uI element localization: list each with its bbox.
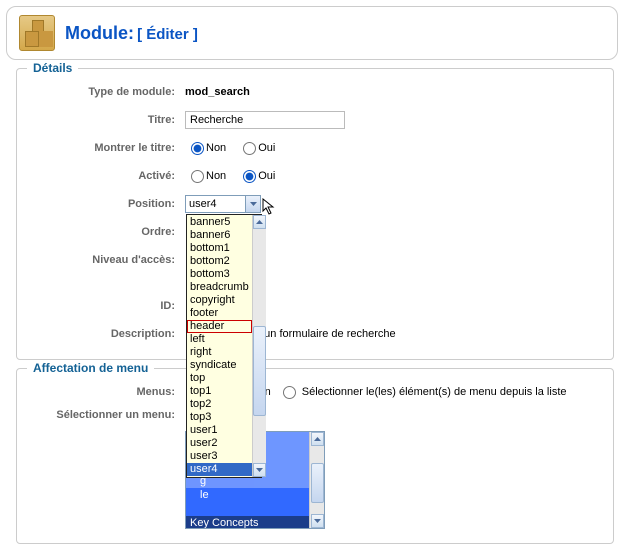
position-option[interactable]: left (187, 333, 252, 346)
show-title-no-label: Non (206, 142, 226, 154)
enabled-yes-label: Oui (258, 170, 275, 182)
details-legend: Détails (27, 61, 78, 75)
menu-list-item[interactable] (186, 502, 309, 516)
listbox-scroll-thumb[interactable] (311, 463, 324, 503)
position-option[interactable]: banner6 (187, 229, 252, 242)
label-id: ID: (25, 300, 185, 312)
menu-section: Affectation de menu Menus: cun Sélection… (16, 368, 614, 544)
row-access: Niveau d'accès: (25, 249, 605, 271)
position-combobox-value: user4 (189, 198, 217, 210)
page-title: Module: (65, 23, 134, 43)
menu-list-item[interactable]: le (186, 488, 309, 502)
row-position: Position: user4 banner5banner6bottom1bot… (25, 193, 605, 215)
scroll-down-button[interactable] (253, 463, 266, 477)
position-option[interactable]: bottom2 (187, 255, 252, 268)
row-type: Type de module: mod_search (25, 81, 605, 103)
enabled-yes-radio[interactable] (243, 170, 256, 183)
value-type: mod_search (185, 86, 250, 98)
page-subtitle: [ Éditer ] (137, 26, 198, 43)
position-option[interactable]: footer (187, 307, 252, 320)
menu-legend: Affectation de menu (27, 361, 154, 375)
row-order: Ordre: (25, 221, 605, 243)
menu-list-item[interactable]: Key Concepts (186, 516, 309, 529)
module-icon (19, 15, 55, 51)
scroll-up-button[interactable] (253, 215, 266, 229)
row-id: ID: (25, 295, 605, 317)
label-title: Titre: (25, 114, 185, 126)
position-option[interactable]: right (187, 346, 252, 359)
label-order: Ordre: (25, 226, 185, 238)
position-combobox[interactable]: user4 banner5banner6bottom1bottom2bottom… (185, 195, 261, 213)
row-menus: Menus: cun Sélectionner le(les) élément(… (25, 381, 605, 403)
listbox-scroll-down[interactable] (311, 514, 324, 528)
mouse-cursor-icon (262, 198, 276, 216)
chevron-down-icon (250, 202, 257, 206)
menus-pick-radio[interactable] (283, 386, 296, 399)
enabled-no-radio[interactable] (191, 170, 204, 183)
title-input[interactable] (185, 111, 345, 129)
position-option[interactable]: breadcrumb (187, 281, 252, 294)
label-show-title: Montrer le titre: (25, 142, 185, 154)
position-dropdown-button[interactable] (245, 196, 260, 212)
position-option[interactable]: syndicate (187, 359, 252, 372)
show-title-no-radio[interactable] (191, 142, 204, 155)
label-select-menu: Sélectionner un menu: (25, 409, 185, 421)
label-access: Niveau d'accès: (25, 254, 185, 266)
row-select-menu: Sélectionner un menu: gle Key ConceptsEx… (25, 409, 605, 529)
position-option[interactable]: copyright (187, 294, 252, 307)
page-header: Module: [ Éditer ] (6, 6, 618, 60)
label-type: Type de module: (25, 86, 185, 98)
label-menus: Menus: (25, 386, 185, 398)
position-option[interactable]: user4 (187, 463, 252, 476)
position-dropdown-list[interactable]: banner5banner6bottom1bottom2bottom3bread… (186, 214, 262, 478)
position-option[interactable]: header (187, 320, 252, 333)
details-section: Détails Type de module: mod_search Titre… (16, 68, 614, 360)
show-title-yes-radio[interactable] (243, 142, 256, 155)
position-option[interactable]: banner5 (187, 216, 252, 229)
position-option[interactable]: bottom1 (187, 242, 252, 255)
position-option[interactable]: top3 (187, 411, 252, 424)
position-option[interactable]: top (187, 372, 252, 385)
position-option[interactable]: user3 (187, 450, 252, 463)
row-description: Description: e un formulaire de recherch… (25, 323, 605, 345)
menus-pick-label: Sélectionner le(les) élément(s) de menu … (302, 386, 567, 398)
position-option[interactable]: top1 (187, 385, 252, 398)
label-enabled: Activé: (25, 170, 185, 182)
position-option[interactable]: top2 (187, 398, 252, 411)
position-option[interactable]: user2 (187, 437, 252, 450)
value-description: e un formulaire de recherche (255, 328, 396, 340)
row-enabled: Activé: Non Oui (25, 165, 605, 187)
row-show-title: Montrer le titre: Non Oui (25, 137, 605, 159)
dropdown-scrollbar[interactable] (252, 215, 266, 477)
listbox-scrollbar[interactable] (309, 432, 324, 528)
listbox-scroll-up[interactable] (311, 432, 324, 446)
enabled-no-label: Non (206, 170, 226, 182)
row-title: Titre: (25, 109, 605, 131)
show-title-yes-label: Oui (258, 142, 275, 154)
label-position: Position: (25, 198, 185, 210)
label-description: Description: (25, 328, 185, 340)
position-option[interactable]: bottom3 (187, 268, 252, 281)
scroll-thumb[interactable] (253, 326, 266, 416)
position-option[interactable]: user1 (187, 424, 252, 437)
